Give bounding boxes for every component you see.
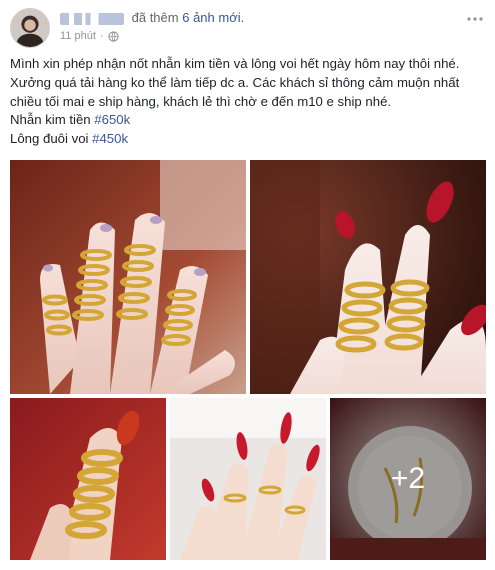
post-timestamp-row: 11 phút ·: [60, 30, 119, 42]
price-line-2: Lông đuôi voi #450k: [10, 130, 488, 149]
photo-rings-hand-4[interactable]: [170, 398, 326, 560]
item-label: Lông đuôi voi: [10, 131, 93, 147]
photo-rings-hand-1[interactable]: [10, 160, 246, 394]
item-label: Nhẫn kim tiền: [10, 112, 95, 128]
photo-more-overlay[interactable]: +2: [330, 398, 486, 560]
separator-dot: ·: [99, 30, 104, 42]
globe-icon[interactable]: [107, 30, 119, 42]
photo-grid: +2: [10, 160, 486, 560]
new-photos-link[interactable]: 6 ảnh mới.: [182, 10, 244, 25]
post-header: đã thêm 6 ảnh mới. 11 phút ·: [10, 8, 485, 48]
author-avatar[interactable]: [10, 8, 50, 48]
post-timestamp[interactable]: 11 phút: [60, 30, 96, 42]
more-photos-count[interactable]: +2: [330, 398, 486, 560]
price-line-1: Nhẫn kim tiền #650k: [10, 111, 488, 130]
more-options-icon[interactable]: [465, 12, 485, 26]
post-meta: đã thêm 6 ảnh mới.: [60, 10, 244, 25]
feed-post: đã thêm 6 ảnh mới. 11 phút · Mình xin ph…: [0, 0, 495, 570]
hashtag-link[interactable]: #650k: [94, 112, 130, 127]
hashtag-link[interactable]: #450k: [92, 131, 128, 146]
post-body: Mình xin phép nhận nốt nhẫn kim tiền và …: [10, 55, 488, 149]
photo-rings-hand-3[interactable]: [10, 398, 166, 560]
photo-rings-hand-2[interactable]: [250, 160, 486, 394]
post-action-text: đã thêm: [131, 10, 179, 25]
post-message: Mình xin phép nhận nốt nhẫn kim tiền và …: [10, 56, 460, 109]
author-name-redacted[interactable]: [60, 12, 124, 25]
